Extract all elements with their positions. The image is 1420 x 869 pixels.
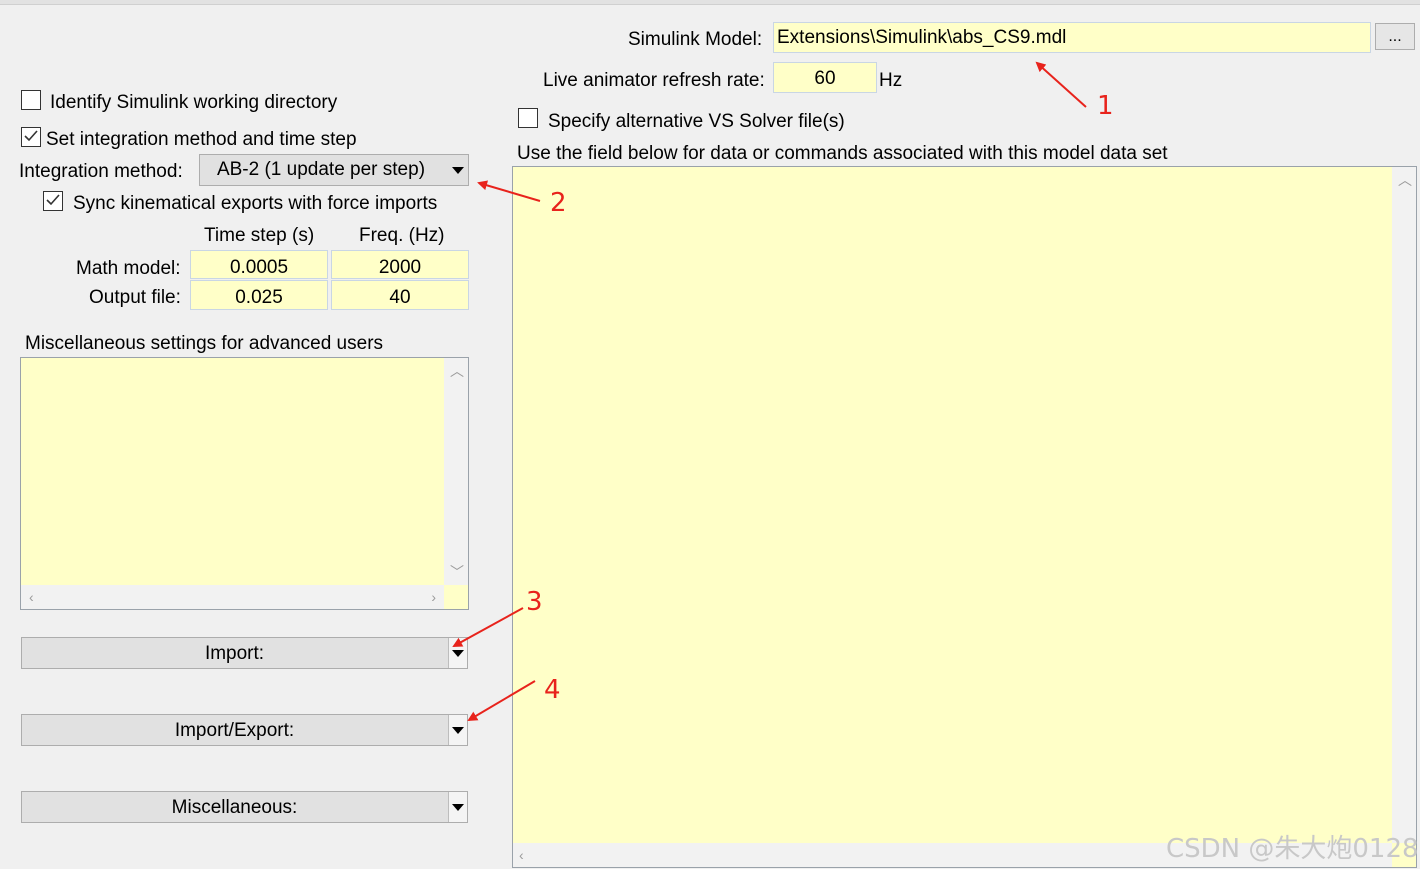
annotation-arrows (452, 61, 1087, 722)
watermark-text: CSDN @朱大炮0128 (1166, 834, 1419, 864)
annotation-arrow-4 (467, 680, 536, 722)
annotation-number-1: 1 (1097, 91, 1114, 121)
annotation-number-4: 4 (544, 675, 561, 705)
annotation-number-2: 2 (550, 188, 567, 218)
annotation-arrow-2 (477, 180, 541, 202)
annotation-number-3: 3 (526, 587, 543, 617)
annotation-arrow-1 (1035, 61, 1087, 108)
annotation-arrow-3 (452, 607, 524, 647)
